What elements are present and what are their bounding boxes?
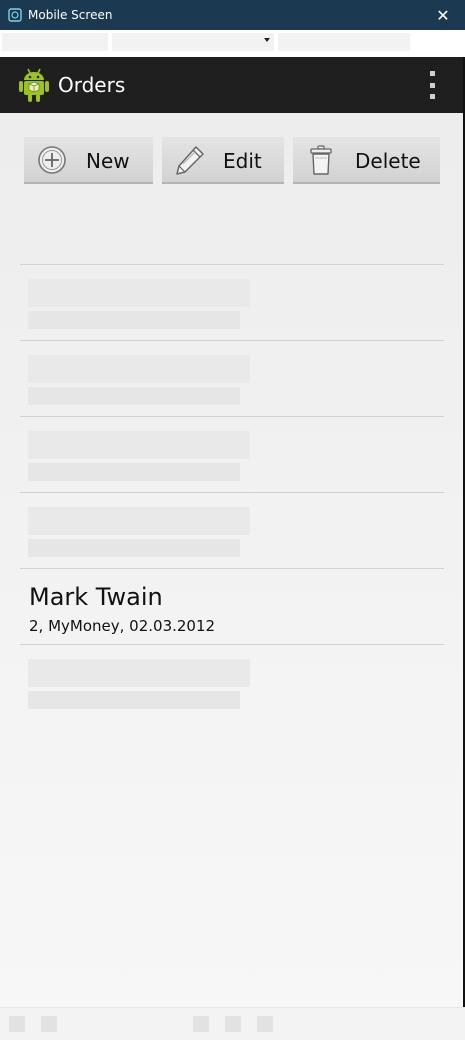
status-control[interactable] bbox=[225, 1016, 241, 1032]
order-customer-name: Mark Twain bbox=[29, 583, 163, 611]
mobile-screen-icon bbox=[8, 8, 22, 22]
status-control[interactable] bbox=[9, 1016, 25, 1032]
pencil-icon bbox=[174, 144, 206, 176]
delete-button[interactable]: Delete bbox=[293, 137, 440, 184]
screen-title: Orders bbox=[58, 73, 126, 97]
toolbar-field-2[interactable] bbox=[278, 33, 410, 51]
action-bar: Orders bbox=[0, 57, 463, 113]
list-item[interactable] bbox=[20, 644, 444, 720]
window-title: Mobile Screen bbox=[28, 8, 113, 22]
delete-button-label: Delete bbox=[355, 149, 421, 173]
list-item[interactable] bbox=[20, 492, 444, 568]
orders-list: Mark Twain 2, MyMoney, 02.03.2012 bbox=[20, 264, 444, 720]
emulator-toolbar bbox=[0, 30, 465, 57]
name-placeholder bbox=[28, 659, 250, 687]
order-details: 2, MyMoney, 02.03.2012 bbox=[29, 617, 216, 635]
status-control[interactable] bbox=[41, 1016, 57, 1032]
name-placeholder bbox=[28, 279, 250, 307]
device-screen: Orders New Edit Delete Mark Twain 2, MyM… bbox=[0, 57, 463, 1007]
status-control[interactable] bbox=[257, 1016, 273, 1032]
details-placeholder bbox=[28, 463, 240, 481]
list-item[interactable]: Mark Twain 2, MyMoney, 02.03.2012 bbox=[20, 568, 444, 644]
new-button-label: New bbox=[86, 149, 130, 173]
details-placeholder bbox=[28, 387, 240, 405]
mobile-screen-window: Mobile Screen ✕ Orders New Edit Delete M… bbox=[0, 0, 465, 1040]
list-item[interactable] bbox=[20, 264, 444, 340]
new-button[interactable]: New bbox=[24, 137, 153, 184]
status-control[interactable] bbox=[193, 1016, 209, 1032]
details-placeholder bbox=[28, 691, 240, 709]
add-circle-icon bbox=[36, 144, 68, 176]
name-placeholder bbox=[28, 355, 250, 383]
name-placeholder bbox=[28, 431, 250, 459]
window-titlebar: Mobile Screen ✕ bbox=[0, 0, 465, 30]
overflow-menu-icon[interactable] bbox=[427, 71, 437, 99]
edit-button-label: Edit bbox=[223, 149, 262, 173]
emulator-status-bar bbox=[0, 1007, 465, 1040]
details-placeholder bbox=[28, 539, 240, 557]
list-item[interactable] bbox=[20, 340, 444, 416]
details-placeholder bbox=[28, 311, 240, 329]
edit-button[interactable]: Edit bbox=[162, 137, 284, 184]
toolbar-field-1[interactable] bbox=[2, 33, 108, 51]
name-placeholder bbox=[28, 507, 250, 535]
close-icon[interactable]: ✕ bbox=[435, 5, 451, 25]
android-robot-icon bbox=[18, 67, 50, 103]
device-dropdown[interactable] bbox=[112, 33, 274, 51]
chevron-down-icon[interactable] bbox=[264, 38, 270, 42]
list-item[interactable] bbox=[20, 416, 444, 492]
trash-can-icon bbox=[305, 144, 337, 176]
